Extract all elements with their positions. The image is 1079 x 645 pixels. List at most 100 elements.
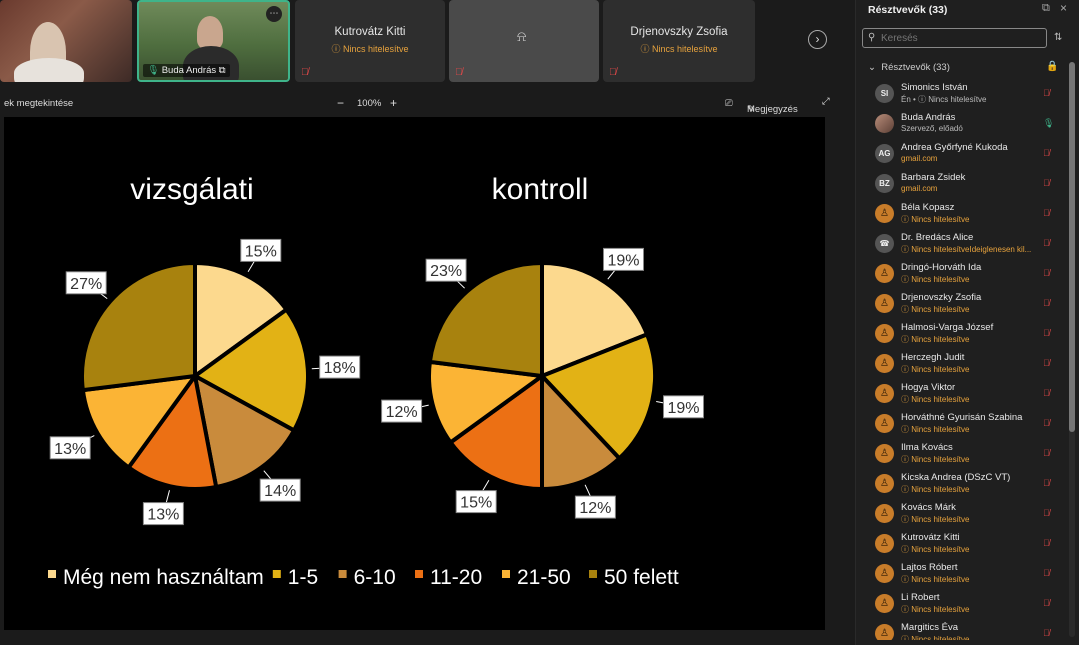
mic-muted-icon[interactable]: 🎙̸: [1043, 478, 1050, 488]
avatar: SI: [875, 84, 894, 103]
expand-icon[interactable]: ⤢: [822, 96, 830, 107]
participant-status: ⓘ Nincs hitelesítve: [901, 395, 970, 404]
participant-row[interactable]: ♙ Kovács Márk ⓘ Nincs hitelesítve 🎙̸: [856, 500, 1069, 530]
mic-muted-icon[interactable]: 🎙̸: [1043, 148, 1050, 158]
participants-panel: Résztvevők (33) ⧉ × ⚲ ⇅ ⌄ Résztvevők (33…: [855, 0, 1079, 645]
mic-muted-icon[interactable]: 🎙̸: [1043, 328, 1050, 338]
shared-slide: vizsgálati kontroll 15% 18% 14% 13% 13% 27% 1…: [4, 117, 825, 630]
chevron-down-icon: ⌄: [868, 62, 876, 73]
mic-muted-icon[interactable]: 🎙̸: [1043, 628, 1050, 638]
mic-muted-icon[interactable]: 🎙̸: [1043, 358, 1050, 368]
video-tile-self[interactable]: [0, 0, 132, 82]
mic-muted-icon[interactable]: 🎙̸: [1043, 268, 1050, 278]
legend-swatch: [589, 570, 597, 578]
popout-icon[interactable]: ⧉: [1042, 2, 1050, 15]
participant-row[interactable]: ♙ Kutrovátz Kitti ⓘ Nincs hitelesítve 🎙̸: [856, 530, 1069, 560]
participants-section-header[interactable]: ⌄ Résztvevők (33): [868, 62, 950, 73]
participant-name: Herczegh Judit: [901, 352, 965, 363]
participant-row[interactable]: ♙ Li Robert ⓘ Nincs hitelesítve 🎙̸: [856, 590, 1069, 620]
mic-muted-icon[interactable]: 🎙̸: [1043, 298, 1050, 308]
scrollbar-thumb[interactable]: [1069, 62, 1075, 432]
participant-row[interactable]: ♙ Horváthné Gyurisán Szabina ⓘ Nincs hitel…: [856, 410, 1069, 440]
data-label: 12%: [386, 404, 418, 421]
legend-label: 6-10: [354, 566, 396, 589]
video-tile-unnamed[interactable]: ⍾ 🎙̸: [449, 0, 599, 82]
legend-swatch: [415, 570, 423, 578]
participant-status: ⓘ Nincs hitelesítve: [901, 305, 970, 314]
mic-muted-icon: 🎙̸: [455, 67, 463, 78]
mic-muted-icon[interactable]: 🎙̸: [1043, 178, 1050, 188]
participant-row[interactable]: SI Simonics István Én • ⓘ Nincs hitelesítv…: [856, 80, 1069, 110]
sort-icon[interactable]: ⇅: [1054, 32, 1062, 43]
mic-muted-icon[interactable]: 🎙̸: [1043, 238, 1050, 248]
participant-row[interactable]: ♙ Ilma Kovács ⓘ Nincs hitelesítve 🎙̸: [856, 440, 1069, 470]
data-label: 18%: [324, 360, 356, 377]
mic-muted-icon[interactable]: 🎙̸: [1043, 538, 1050, 548]
zoom-in-button[interactable]: +: [390, 96, 397, 110]
view-label: ek megtekintése: [4, 98, 74, 109]
lock-icon[interactable]: 🔒: [1046, 61, 1058, 72]
participant-row[interactable]: ♙ Hogya Viktor ⓘ Nincs hitelesítve 🎙̸: [856, 380, 1069, 410]
zoom-out-button[interactable]: −: [337, 96, 344, 110]
participant-list: SI Simonics István Én • ⓘ Nincs hitelesítv…: [856, 80, 1069, 640]
mic-muted-icon[interactable]: 🎙̸: [1043, 88, 1050, 98]
guest-avatar-icon: ♙: [875, 624, 894, 640]
mic-on-icon[interactable]: 🎙: [1043, 118, 1054, 129]
mic-muted-icon[interactable]: 🎙̸: [1043, 448, 1050, 458]
participant-row[interactable]: ♙ Drjenovszky Zsofia ⓘ Nincs hitelesítve 🎙̸: [856, 290, 1069, 320]
participant-status: Én • ⓘ Nincs hitelesítve: [901, 95, 987, 104]
avatar-photo: [875, 114, 894, 133]
search-input[interactable]: [881, 31, 1041, 45]
participant-scrollbar[interactable]: [1069, 62, 1075, 637]
participant-row[interactable]: ♙ Halmosi-Varga József ⓘ Nincs hitelesítve…: [856, 320, 1069, 350]
chart-title-right: kontroll: [492, 173, 589, 206]
participant-status: ⓘ Nincs hitelesítve: [901, 605, 970, 614]
mic-muted-icon[interactable]: 🎙̸: [1043, 598, 1050, 608]
participant-name: Dringó-Horváth Ida: [901, 262, 982, 273]
participant-name: Kutrovátz Kitti: [901, 532, 960, 543]
video-tile-buda[interactable]: ⋯ 🎙 Buda András ⧉: [137, 0, 290, 82]
mic-muted-icon[interactable]: 🎙̸: [1043, 568, 1050, 578]
participant-name: Béla Kopasz: [901, 202, 955, 213]
bell-icon: ⍾: [517, 28, 527, 44]
participant-name: Andrea Győrfyné Kukoda: [901, 142, 1008, 153]
mic-muted-icon[interactable]: 🎙̸: [1043, 388, 1050, 398]
participant-row[interactable]: ☎ Dr. Bredács Alice ⓘ Nincs hitelesítveIde…: [856, 230, 1069, 260]
participant-row[interactable]: BZ Barbara Zsidek gmail.com 🎙̸: [856, 170, 1069, 200]
participant-row[interactable]: ♙ Dringó-Horváth Ida ⓘ Nincs hitelesítve 🎙̸: [856, 260, 1069, 290]
data-label: 13%: [147, 507, 179, 524]
data-label: 14%: [264, 483, 296, 500]
participant-name: Lajtos Róbert: [901, 562, 958, 573]
participant-status: ⓘ Nincs hitelesítve: [901, 425, 970, 434]
participant-row[interactable]: ♙ Margitics Éva ⓘ Nincs hitelesítve 🎙̸: [856, 620, 1069, 640]
mic-muted-icon[interactable]: 🎙̸: [1043, 208, 1050, 218]
pie-chart-vizsgalati: 15% 18% 14% 13% 13% 27%: [49, 238, 361, 526]
participant-status: gmail.com: [901, 184, 938, 193]
participant-row[interactable]: ♙ Kicska Andrea (DSzC VT) ⓘ Nincs hitelesí…: [856, 470, 1069, 500]
participant-name: Horváthné Gyurisán Szabina: [901, 412, 1023, 423]
legend-label: 11-20: [430, 566, 482, 589]
participant-status: ⓘ Nincs hitelesítveIdeiglenesen kil...: [901, 245, 1032, 254]
participant-row[interactable]: ♙ Lajtos Róbert ⓘ Nincs hitelesítve 🎙̸: [856, 560, 1069, 590]
mic-muted-icon[interactable]: 🎙̸: [1043, 508, 1050, 518]
video-tile-kutrovatz[interactable]: Kutrovátz Kitti ⓘ Nincs hitelesítve 🎙̸: [295, 0, 445, 82]
participant-row[interactable]: ♙ Béla Kopasz ⓘ Nincs hitelesítve 🎙̸: [856, 200, 1069, 230]
guest-avatar-icon: ♙: [875, 294, 894, 313]
mic-muted-icon[interactable]: 🎙̸: [1043, 418, 1050, 428]
video-tile-drjenovszky[interactable]: Drjenovszky Zsofia ⓘ Nincs hitelesítve 🎙…: [603, 0, 755, 82]
legend-swatch: [48, 570, 56, 578]
legend-swatch: [502, 570, 510, 578]
guest-avatar-icon: ♙: [875, 354, 894, 373]
participant-row[interactable]: Buda András Szervező, előadó 🎙: [856, 110, 1069, 140]
participant-row[interactable]: ♙ Herczegh Judit ⓘ Nincs hitelesítve 🎙̸: [856, 350, 1069, 380]
mic-on-icon: 🎙: [147, 65, 160, 76]
slide-canvas: vizsgálati kontroll 15% 18% 14% 13% 13% 27% 1…: [48, 173, 704, 589]
participant-row[interactable]: AG Andrea Győrfyné Kukoda gmail.com 🎙̸: [856, 140, 1069, 170]
captions-icon[interactable]: ⎚: [725, 98, 733, 109]
panel-title: Résztvevők (33): [868, 4, 948, 16]
next-page-icon[interactable]: ›: [808, 30, 827, 49]
more-options-icon[interactable]: ⋯: [266, 6, 282, 22]
mic-muted-icon: 🎙̸: [609, 67, 617, 78]
close-icon[interactable]: ×: [1060, 1, 1067, 15]
participant-name: Barbara Zsidek: [901, 172, 966, 183]
